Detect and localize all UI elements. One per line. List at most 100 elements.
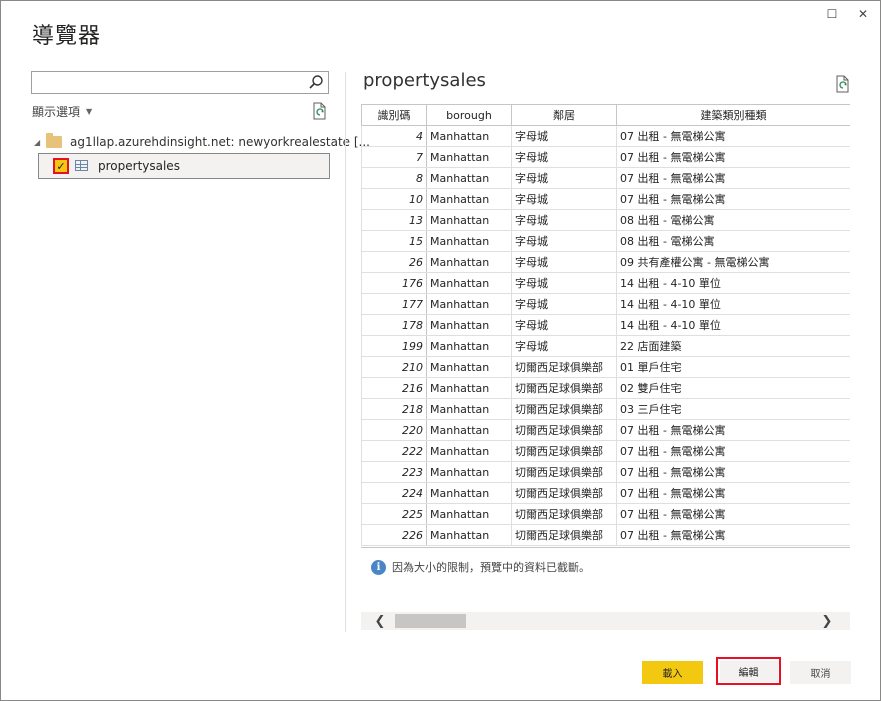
panel-divider bbox=[345, 72, 346, 632]
preview-title: propertysales bbox=[363, 70, 486, 91]
search-icon[interactable] bbox=[308, 74, 324, 90]
preview-grid[interactable]: 識別碼 borough 鄰居 建築類別種類 4 Manhattan 字母城 07 出租… bbox=[361, 104, 850, 548]
table-cell: 字母城 bbox=[511, 230, 617, 252]
table-cell: 01 單戶住宅 bbox=[616, 356, 850, 378]
table-row: 177 Manhattan 字母城 14 出租 - 4-10 單位 bbox=[361, 293, 850, 315]
truncation-text: 因為大小的限制，預覽中的資料已截斷。 bbox=[392, 561, 590, 574]
table-cell: 07 出租 - 無電梯公寓 bbox=[616, 461, 850, 483]
chevron-right-icon[interactable]: ❯ bbox=[818, 613, 836, 629]
table-cell: 切爾西足球俱樂部 bbox=[511, 377, 617, 399]
table-label: propertysales bbox=[98, 159, 180, 173]
table-cell: 08 出租 - 電梯公寓 bbox=[616, 230, 850, 252]
table-cell: 切爾西足球俱樂部 bbox=[511, 419, 617, 441]
table-cell: 210 bbox=[361, 356, 427, 378]
table-cell: 02 雙戶住宅 bbox=[616, 377, 850, 399]
table-cell: 10 bbox=[361, 188, 427, 210]
table-cell: 225 bbox=[361, 503, 427, 525]
table-cell: Manhattan bbox=[426, 125, 512, 147]
propertysales-checkbox[interactable]: ✓ bbox=[53, 158, 69, 174]
table-cell: 切爾西足球俱樂部 bbox=[511, 482, 617, 504]
search-box[interactable] bbox=[31, 71, 329, 94]
table-cell: 222 bbox=[361, 440, 427, 462]
table-row: 10 Manhattan 字母城 07 出租 - 無電梯公寓 bbox=[361, 188, 850, 210]
info-icon: i bbox=[371, 559, 386, 575]
refresh-doc-icon[interactable] bbox=[312, 102, 328, 120]
table-row: 4 Manhattan 字母城 07 出租 - 無電梯公寓 bbox=[361, 125, 850, 147]
table-cell: Manhattan bbox=[426, 335, 512, 357]
table-cell: Manhattan bbox=[426, 230, 512, 252]
table-cell: Manhattan bbox=[426, 377, 512, 399]
header-row: 識別碼 borough 鄰居 建築類別種類 bbox=[361, 104, 850, 126]
load-button[interactable]: 載入 bbox=[642, 661, 703, 684]
table-cell: 字母城 bbox=[511, 146, 617, 168]
cancel-button[interactable]: 取消 bbox=[790, 661, 851, 684]
table-cell: Manhattan bbox=[426, 503, 512, 525]
table-row: 176 Manhattan 字母城 14 出租 - 4-10 單位 bbox=[361, 272, 850, 294]
table-cell: Manhattan bbox=[426, 482, 512, 504]
table-cell: Manhattan bbox=[426, 188, 512, 210]
table-cell: Manhattan bbox=[426, 293, 512, 315]
table-cell: Manhattan bbox=[426, 356, 512, 378]
table-cell: 224 bbox=[361, 482, 427, 504]
expand-triangle-icon[interactable]: ◢ bbox=[34, 138, 46, 147]
edit-button[interactable]: 編輯 bbox=[716, 657, 781, 685]
preview-refresh-icon[interactable] bbox=[835, 75, 851, 93]
display-options-label: 顯示選項 bbox=[32, 105, 81, 119]
table-cell: 07 出租 - 無電梯公寓 bbox=[616, 503, 850, 525]
table-cell: 字母城 bbox=[511, 209, 617, 231]
table-cell: 07 出租 - 無電梯公寓 bbox=[616, 524, 850, 546]
table-cell: 14 出租 - 4-10 單位 bbox=[616, 293, 850, 315]
table-cell: Manhattan bbox=[426, 440, 512, 462]
chevron-left-icon[interactable]: ❮ bbox=[371, 613, 389, 629]
table-row: 216 Manhattan 切爾西足球俱樂部 02 雙戶住宅 bbox=[361, 377, 850, 399]
table-cell: 223 bbox=[361, 461, 427, 483]
tree-node-propertysales[interactable]: ✓ propertysales bbox=[38, 153, 330, 179]
table-cell: 07 出租 - 無電梯公寓 bbox=[616, 440, 850, 462]
column-header[interactable]: 識別碼 bbox=[361, 104, 427, 126]
table-cell: 字母城 bbox=[511, 188, 617, 210]
tree-node-source[interactable]: ◢ ag1llap.azurehdinsight.net: newyorkrea… bbox=[34, 132, 370, 152]
close-button[interactable]: ✕ bbox=[853, 4, 873, 24]
scrollbar-thumb[interactable] bbox=[395, 614, 466, 628]
caret-down-icon: ▼ bbox=[86, 107, 93, 116]
table-cell: 字母城 bbox=[511, 335, 617, 357]
table-cell: Manhattan bbox=[426, 272, 512, 294]
table-cell: 字母城 bbox=[511, 167, 617, 189]
table-cell: 字母城 bbox=[511, 125, 617, 147]
table-row: 218 Manhattan 切爾西足球俱樂部 03 三戶住宅 bbox=[361, 398, 850, 420]
table-cell: 178 bbox=[361, 314, 427, 336]
table-cell: Manhattan bbox=[426, 167, 512, 189]
horizontal-scrollbar[interactable]: ❮ ❯ bbox=[361, 612, 850, 630]
column-header[interactable]: borough bbox=[426, 104, 512, 126]
table-cell: 字母城 bbox=[511, 251, 617, 273]
table-cell: 22 店面建築 bbox=[616, 335, 850, 357]
column-header[interactable]: 鄰居 bbox=[511, 104, 617, 126]
table-row: 222 Manhattan 切爾西足球俱樂部 07 出租 - 無電梯公寓 bbox=[361, 440, 850, 462]
table-cell: 226 bbox=[361, 524, 427, 546]
table-cell: Manhattan bbox=[426, 524, 512, 546]
table-row: 178 Manhattan 字母城 14 出租 - 4-10 單位 bbox=[361, 314, 850, 336]
table-cell: 07 出租 - 無電梯公寓 bbox=[616, 188, 850, 210]
table-cell: 03 三戶住宅 bbox=[616, 398, 850, 420]
search-input[interactable] bbox=[32, 72, 302, 92]
preview-table: 識別碼 borough 鄰居 建築類別種類 4 Manhattan 字母城 07 出租… bbox=[361, 104, 850, 546]
table-cell: 07 出租 - 無電梯公寓 bbox=[616, 125, 850, 147]
table-cell: 14 出租 - 4-10 單位 bbox=[616, 314, 850, 336]
source-label: ag1llap.azurehdinsight.net: newyorkreale… bbox=[70, 135, 370, 149]
table-cell: 15 bbox=[361, 230, 427, 252]
table-cell: 字母城 bbox=[511, 293, 617, 315]
table-row: 226 Manhattan 切爾西足球俱樂部 07 出租 - 無電梯公寓 bbox=[361, 524, 850, 546]
folder-icon bbox=[46, 133, 62, 148]
table-cell: 176 bbox=[361, 272, 427, 294]
table-row: 220 Manhattan 切爾西足球俱樂部 07 出租 - 無電梯公寓 bbox=[361, 419, 850, 441]
maximize-button[interactable]: ☐ bbox=[822, 4, 842, 24]
column-header[interactable]: 建築類別種類 bbox=[616, 104, 850, 126]
table-cell: 字母城 bbox=[511, 272, 617, 294]
table-cell: Manhattan bbox=[426, 398, 512, 420]
table-row: 26 Manhattan 字母城 09 共有產權公寓 - 無電梯公寓 bbox=[361, 251, 850, 273]
table-cell: 07 出租 - 無電梯公寓 bbox=[616, 482, 850, 504]
checkmark-icon: ✓ bbox=[56, 159, 66, 173]
table-icon bbox=[75, 160, 88, 171]
table-row: 224 Manhattan 切爾西足球俱樂部 07 出租 - 無電梯公寓 bbox=[361, 482, 850, 504]
display-options-dropdown[interactable]: 顯示選項 ▼ bbox=[32, 103, 92, 120]
